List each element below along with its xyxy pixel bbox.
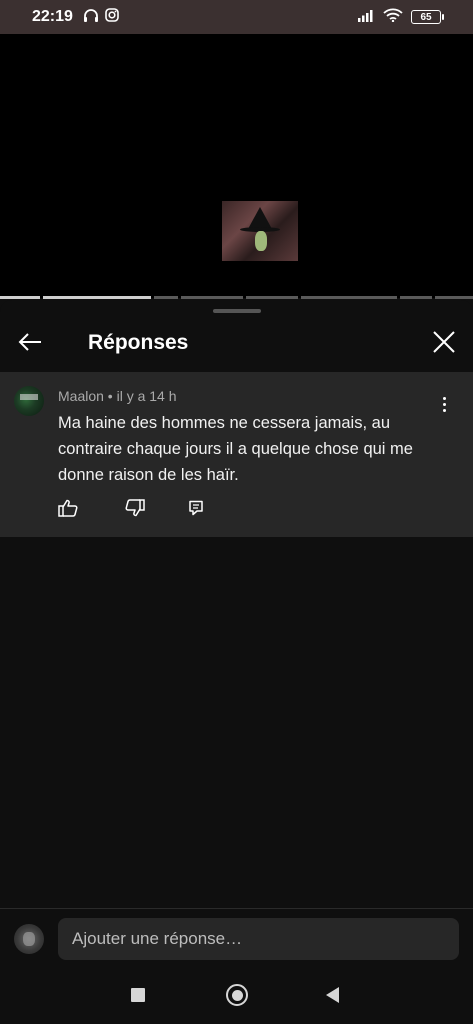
progress-segment bbox=[301, 296, 397, 299]
avatar bbox=[14, 924, 44, 954]
video-frame bbox=[222, 201, 298, 261]
avatar[interactable] bbox=[14, 386, 44, 416]
progress-segment bbox=[400, 296, 432, 299]
status-right-icons: 65 bbox=[357, 8, 444, 27]
like-button[interactable] bbox=[56, 498, 80, 522]
status-time: 22:19 bbox=[32, 8, 73, 25]
progress-segment bbox=[43, 296, 151, 299]
close-button[interactable] bbox=[428, 328, 460, 360]
sheet-header: Réponses bbox=[0, 320, 473, 368]
more-vertical-icon-dot bbox=[442, 396, 446, 400]
comment-text: Ma haine des hommes ne cessera jamais, a… bbox=[58, 414, 413, 484]
comment-meta: Maalon • il y a 14 h bbox=[58, 388, 177, 404]
reply-icon bbox=[188, 500, 204, 521]
witch-face-shape bbox=[255, 231, 267, 251]
signal-icon bbox=[357, 8, 375, 27]
more-vertical-icon-dot bbox=[442, 402, 446, 406]
instagram-icon bbox=[105, 7, 119, 27]
more-vertical-icon-dot bbox=[442, 408, 446, 412]
thumbs-up-icon bbox=[58, 499, 78, 522]
status-left-icons bbox=[83, 7, 119, 27]
video-progress-bar[interactable] bbox=[0, 296, 473, 299]
close-icon bbox=[433, 330, 455, 358]
home-button[interactable] bbox=[226, 984, 248, 1006]
sheet-title: Réponses bbox=[88, 331, 189, 354]
progress-segment bbox=[435, 296, 473, 299]
navigation-bar bbox=[0, 968, 473, 1024]
system-back-button[interactable] bbox=[326, 987, 339, 1003]
wifi-icon bbox=[383, 8, 403, 27]
drag-handle[interactable] bbox=[213, 309, 261, 313]
reply-bar bbox=[0, 908, 473, 968]
reply-input[interactable] bbox=[58, 918, 459, 960]
progress-segment bbox=[154, 296, 178, 299]
back-button[interactable] bbox=[14, 328, 46, 360]
arrow-left-icon bbox=[18, 332, 42, 357]
dislike-button[interactable] bbox=[123, 498, 147, 522]
status-bar: 22:19 65 bbox=[0, 0, 473, 34]
battery-level: 65 bbox=[420, 11, 432, 23]
progress-segment bbox=[0, 296, 40, 299]
video-player[interactable] bbox=[0, 34, 473, 298]
replies-sheet: Réponses Maalon • il y a 14 h Ma haine d… bbox=[0, 300, 473, 909]
progress-segment bbox=[181, 296, 243, 299]
comment-actions bbox=[56, 498, 208, 522]
progress-segment bbox=[246, 296, 298, 299]
thumbs-down-icon bbox=[125, 498, 145, 522]
battery-icon: 65 bbox=[411, 10, 444, 24]
comment-card: Maalon • il y a 14 h Ma haine des hommes… bbox=[0, 372, 473, 537]
witch-hat-shape bbox=[248, 207, 272, 229]
reply-button[interactable] bbox=[184, 498, 208, 522]
recent-apps-button[interactable] bbox=[131, 988, 145, 1002]
headphones-icon bbox=[83, 8, 99, 27]
more-options-button[interactable] bbox=[434, 392, 454, 416]
